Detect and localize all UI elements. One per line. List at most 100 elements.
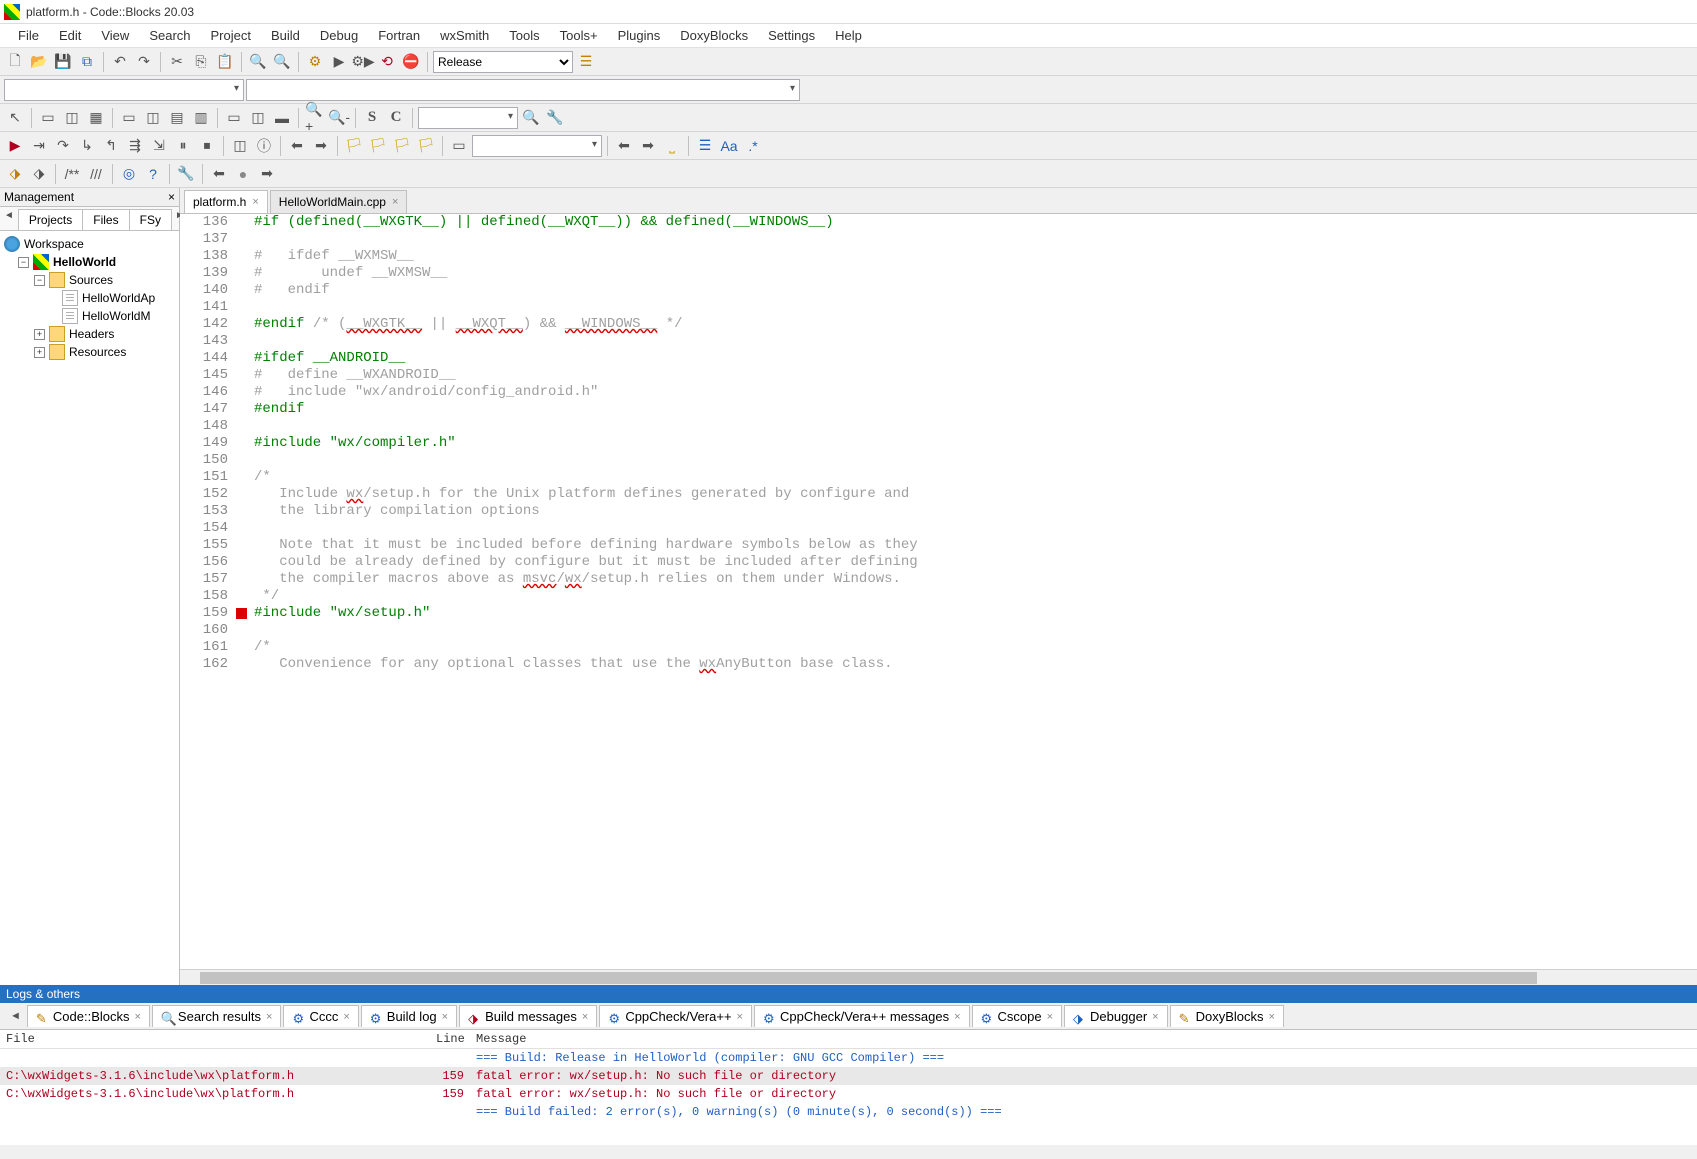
box4-icon[interactable]: ▥ — [190, 107, 212, 129]
expander-icon[interactable]: + — [34, 347, 45, 358]
save-all-icon[interactable]: ⧉ — [76, 51, 98, 73]
code-line[interactable]: 152 Include wx/setup.h for the Unix plat… — [180, 486, 1697, 503]
code-text[interactable] — [250, 231, 254, 248]
gutter[interactable] — [236, 282, 250, 299]
gutter[interactable] — [236, 469, 250, 486]
record-icon[interactable]: ● — [232, 163, 254, 185]
regex-icon[interactable]: .* — [742, 135, 764, 157]
code-text[interactable] — [250, 333, 254, 350]
info-icon[interactable]: ⓘ — [253, 135, 275, 157]
mgmt-tab-files[interactable]: Files — [82, 209, 129, 230]
gutter[interactable] — [236, 248, 250, 265]
code-line[interactable]: 159#include "wx/setup.h" — [180, 605, 1697, 622]
step-into-icon[interactable]: ↳ — [76, 135, 98, 157]
redo-icon[interactable]: ↷ — [133, 51, 155, 73]
build-messages-body[interactable]: File Line Message === Build: Release in … — [0, 1030, 1697, 1145]
doxy-extract-icon[interactable]: ⬗ — [28, 163, 50, 185]
close-icon[interactable]: × — [582, 1011, 588, 1023]
rebuild-icon[interactable]: ⟲ — [376, 51, 398, 73]
logs-tab[interactable]: ✎Code::Blocks× — [27, 1005, 150, 1027]
gutter[interactable] — [236, 588, 250, 605]
break-icon[interactable]: ⏸ — [172, 135, 194, 157]
code-line[interactable]: 150 — [180, 452, 1697, 469]
menu-plugins[interactable]: Plugins — [608, 25, 671, 46]
code-line[interactable]: 154 — [180, 520, 1697, 537]
zoom-in-icon[interactable]: 🔍+ — [304, 107, 326, 129]
code-line[interactable]: 140# endif — [180, 282, 1697, 299]
close-icon[interactable]: × — [1152, 1011, 1158, 1023]
doxy-html-icon[interactable]: ◎ — [118, 163, 140, 185]
mgmt-tabs-left-icon[interactable]: ◄ — [0, 207, 18, 230]
select-text-icon[interactable]: ☰ — [694, 135, 716, 157]
abort-icon[interactable]: ⛔ — [400, 51, 422, 73]
code-line[interactable]: 160 — [180, 622, 1697, 639]
gutter[interactable] — [236, 537, 250, 554]
build-target-select[interactable]: Release — [433, 51, 573, 73]
code-text[interactable]: Note that it must be included before def… — [250, 537, 918, 554]
block-comment-icon[interactable]: /** — [61, 163, 83, 185]
log-row[interactable]: C:\wxWidgets-3.1.6\include\wx\platform.h… — [0, 1085, 1697, 1103]
close-icon[interactable]: × — [134, 1011, 140, 1023]
nav-forward-icon[interactable]: ➡ — [637, 135, 659, 157]
run-to-cursor-icon[interactable]: ⇥ — [28, 135, 50, 157]
close-icon[interactable]: × — [266, 1011, 272, 1023]
project-tree[interactable]: Workspace − HelloWorld − Sources HelloWo… — [0, 231, 179, 985]
code-text[interactable] — [250, 299, 254, 316]
menu-debug[interactable]: Debug — [310, 25, 368, 46]
editor-tab[interactable]: platform.h× — [184, 190, 268, 213]
prev-bookmark-icon[interactable]: 🏳 — [367, 135, 389, 157]
text-aa-icon[interactable]: Aa — [718, 135, 740, 157]
doxy-chm-icon[interactable]: ? — [142, 163, 164, 185]
gutter[interactable] — [236, 554, 250, 571]
code-line[interactable]: 148 — [180, 418, 1697, 435]
gutter[interactable] — [236, 435, 250, 452]
code-text[interactable]: #if (defined(__WXGTK__) || defined(__WXQ… — [250, 214, 834, 231]
code-text[interactable]: */ — [250, 588, 279, 605]
menu-doxyblocks[interactable]: DoxyBlocks — [670, 25, 758, 46]
logs-tab[interactable]: ⬗Build messages× — [459, 1005, 597, 1027]
class-icon[interactable]: C — [385, 107, 407, 129]
menu-edit[interactable]: Edit — [49, 25, 91, 46]
next-instr-icon[interactable]: ⇶ — [124, 135, 146, 157]
search-run-icon[interactable]: 🔍 — [520, 107, 542, 129]
mgmt-tab-projects[interactable]: Projects — [18, 209, 83, 230]
highlight-icon[interactable]: ⎵ — [661, 135, 683, 157]
code-line[interactable]: 136#if (defined(__WXGTK__) || defined(__… — [180, 214, 1697, 231]
nav-back-icon[interactable]: ⬅ — [613, 135, 635, 157]
code-text[interactable]: /* — [250, 469, 271, 486]
next-line-icon[interactable]: ↷ — [52, 135, 74, 157]
logs-tab[interactable]: ⚙Cscope× — [972, 1005, 1063, 1027]
gutter[interactable] — [236, 452, 250, 469]
menu-view[interactable]: View — [91, 25, 139, 46]
gutter[interactable] — [236, 367, 250, 384]
code-line[interactable]: 144#ifdef __ANDROID__ — [180, 350, 1697, 367]
code-text[interactable]: /* — [250, 639, 271, 656]
close-icon[interactable]: × — [737, 1011, 743, 1023]
code-line[interactable]: 146# include "wx/android/config_android.… — [180, 384, 1697, 401]
find-icon[interactable]: 🔍 — [247, 51, 269, 73]
last-jump-back-icon[interactable]: ⬅ — [208, 163, 230, 185]
code-line[interactable]: 157 the compiler macros above as msvc/wx… — [180, 571, 1697, 588]
code-text[interactable] — [250, 452, 254, 469]
gutter[interactable] — [236, 520, 250, 537]
box2-icon[interactable]: ◫ — [142, 107, 164, 129]
expander-icon[interactable]: − — [34, 275, 45, 286]
gutter[interactable] — [236, 571, 250, 588]
copy-icon[interactable]: ⎘ — [190, 51, 212, 73]
code-text[interactable]: # define __WXANDROID__ — [250, 367, 456, 384]
goto-combo[interactable] — [472, 135, 602, 157]
gutter[interactable] — [236, 639, 250, 656]
panel1-icon[interactable]: ▭ — [223, 107, 245, 129]
logs-tab[interactable]: ⚙CppCheck/Vera++× — [599, 1005, 752, 1027]
code-text[interactable]: #ifdef __ANDROID__ — [250, 350, 405, 367]
code-line[interactable]: 138# ifdef __WXMSW__ — [180, 248, 1697, 265]
symbol-combo[interactable] — [246, 79, 800, 101]
close-icon[interactable]: × — [954, 1011, 960, 1023]
gutter[interactable] — [236, 350, 250, 367]
menu-fortran[interactable]: Fortran — [368, 25, 430, 46]
code-text[interactable]: # undef __WXMSW__ — [250, 265, 447, 282]
doxy-config-icon[interactable]: 🔧 — [175, 163, 197, 185]
step-out-icon[interactable]: ↰ — [100, 135, 122, 157]
code-text[interactable]: # include "wx/android/config_android.h" — [250, 384, 598, 401]
code-line[interactable]: 139# undef __WXMSW__ — [180, 265, 1697, 282]
